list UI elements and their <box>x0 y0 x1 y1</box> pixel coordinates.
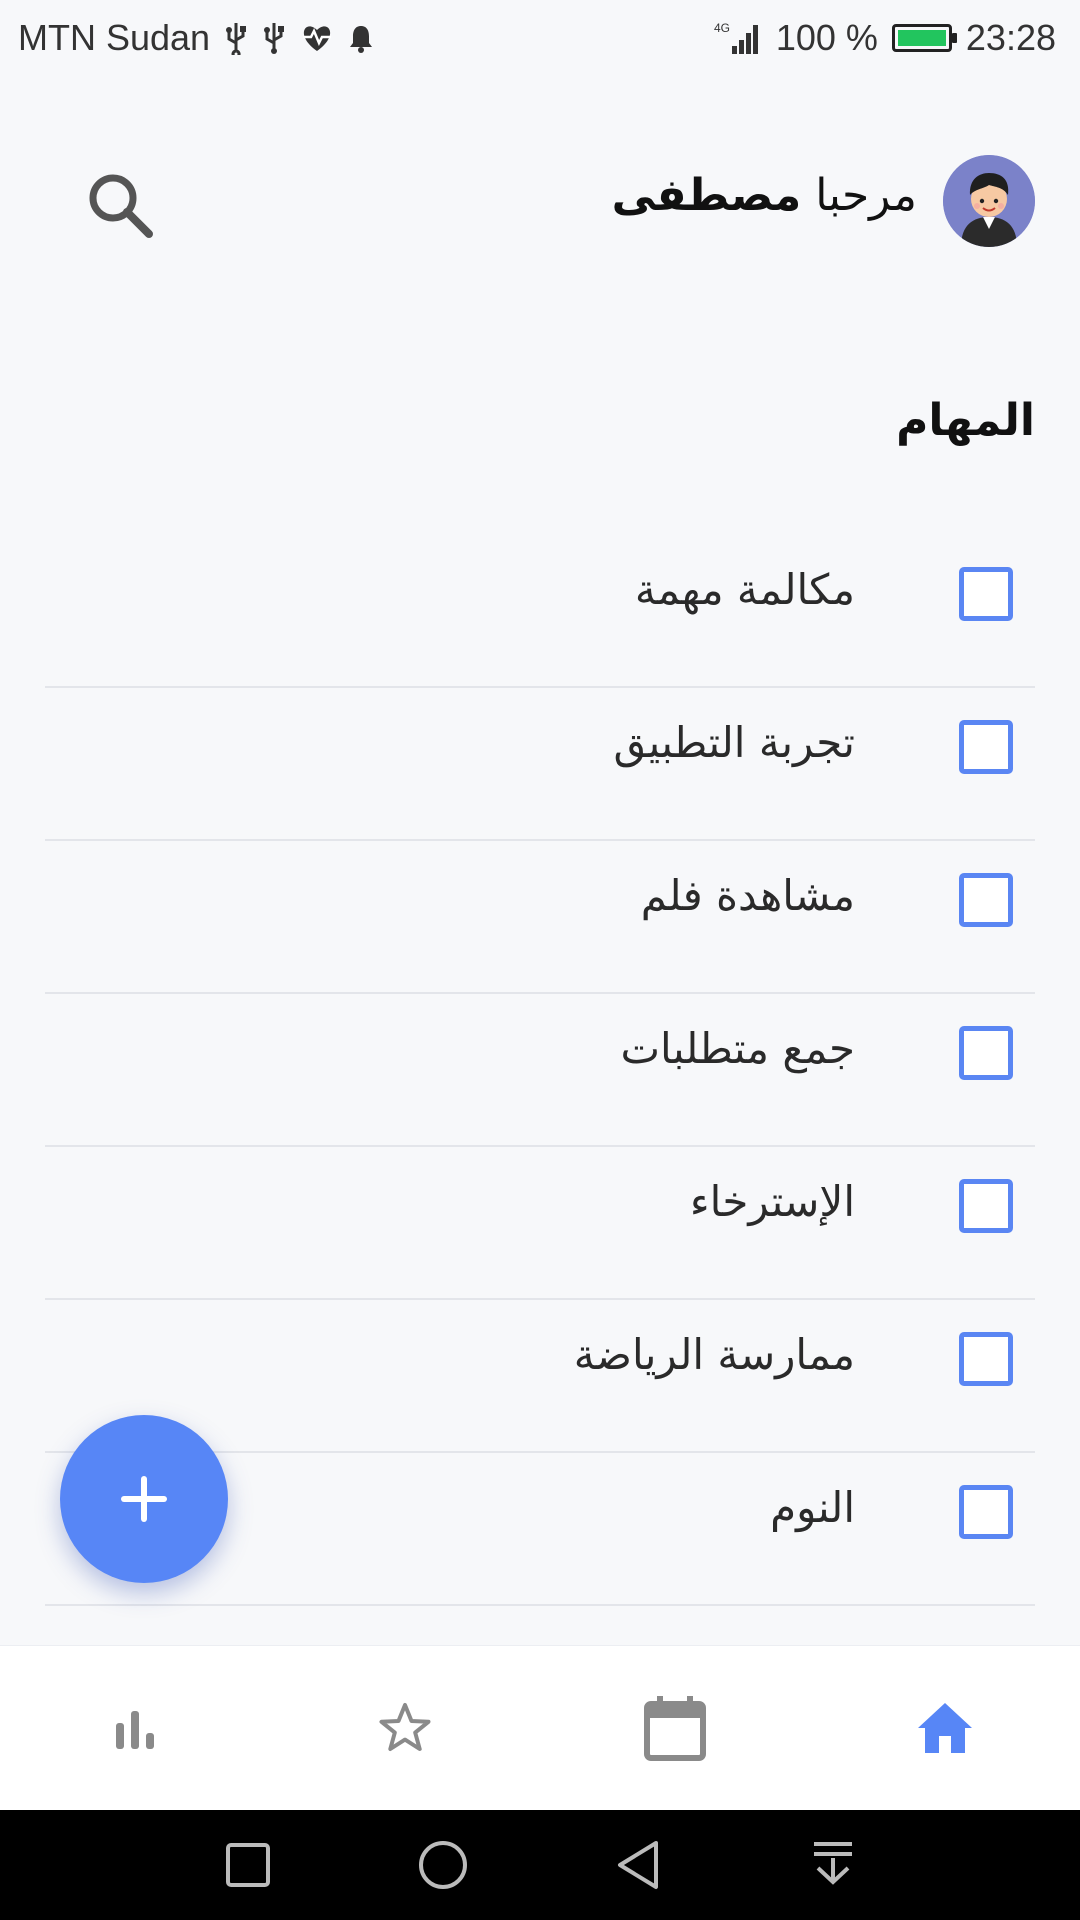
nav-favorites[interactable] <box>270 1646 540 1810</box>
task-checkbox[interactable] <box>959 873 1013 927</box>
network-type: 4G <box>714 21 730 35</box>
task-label: ممارسة الرياضة <box>573 1330 855 1379</box>
bottom-navigation <box>0 1645 1080 1810</box>
star-icon <box>379 1703 431 1751</box>
clock: 23:28 <box>965 16 1056 58</box>
add-task-button[interactable] <box>60 1415 228 1583</box>
home-system-button[interactable] <box>403 1825 483 1905</box>
section-title: المهام <box>896 395 1035 446</box>
task-checkbox[interactable] <box>959 567 1013 621</box>
square-icon <box>225 1843 270 1887</box>
calendar-icon <box>644 1696 706 1761</box>
list-item[interactable]: ممارسة الرياضة <box>45 1300 1035 1453</box>
list-item[interactable]: جمع متطلبات <box>45 994 1035 1147</box>
circle-icon <box>418 1841 467 1889</box>
home-icon <box>918 1703 972 1753</box>
task-label: النوم <box>770 1483 855 1532</box>
search-icon[interactable] <box>85 170 155 240</box>
back-triangle-icon <box>617 1841 658 1889</box>
task-label: مكالمة مهمة <box>634 565 855 614</box>
list-item[interactable]: تجربة التطبيق <box>45 688 1035 841</box>
recents-button[interactable] <box>208 1825 288 1905</box>
plus-icon <box>121 1476 167 1522</box>
carrier-name: MTN Sudan <box>18 16 211 58</box>
usb-icon <box>224 21 248 55</box>
battery-percent: 100 % <box>775 16 878 58</box>
list-item[interactable]: مكالمة مهمة <box>45 535 1035 688</box>
task-checkbox[interactable] <box>959 1179 1013 1233</box>
system-navigation-bar <box>0 1810 1080 1920</box>
task-checkbox[interactable] <box>959 1332 1013 1386</box>
nav-stats[interactable] <box>0 1646 270 1810</box>
battery-charging-icon <box>891 23 957 52</box>
task-checkbox[interactable] <box>959 1485 1013 1539</box>
list-item[interactable]: الإسترخاء <box>45 1147 1035 1300</box>
list-item[interactable]: مشاهدة فلم <box>45 841 1035 994</box>
user-name: مصطفى <box>611 170 802 221</box>
greeting: مرحبا مصطفى <box>612 170 917 221</box>
avatar[interactable] <box>943 155 1035 247</box>
task-checkbox[interactable] <box>959 1026 1013 1080</box>
status-bar: MTN Sudan 4G 100 % 23:28 <box>0 0 1080 75</box>
task-label: جمع متطلبات <box>620 1024 856 1073</box>
status-left: MTN Sudan <box>18 17 374 59</box>
app-header: مرحبا مصطفى <box>0 150 1080 250</box>
status-right: 4G 100 % 23:28 <box>714 17 1056 59</box>
heart-rate-icon <box>300 23 334 53</box>
task-checkbox[interactable] <box>959 720 1013 774</box>
usb-icon <box>262 21 286 55</box>
signal-icon: 4G <box>714 20 762 56</box>
nav-calendar[interactable] <box>540 1646 810 1810</box>
task-label: مشاهدة فلم <box>640 871 855 920</box>
task-label: تجربة التطبيق <box>613 718 856 767</box>
back-button[interactable] <box>598 1825 678 1905</box>
notification-pull-button[interactable] <box>793 1825 873 1905</box>
task-label: الإسترخاء <box>689 1177 855 1226</box>
bar-chart-icon <box>116 1711 154 1749</box>
bell-icon <box>348 23 374 53</box>
greeting-text: مرحبا <box>815 170 917 221</box>
nav-home[interactable] <box>810 1646 1080 1810</box>
pull-down-icon <box>813 1842 852 1885</box>
